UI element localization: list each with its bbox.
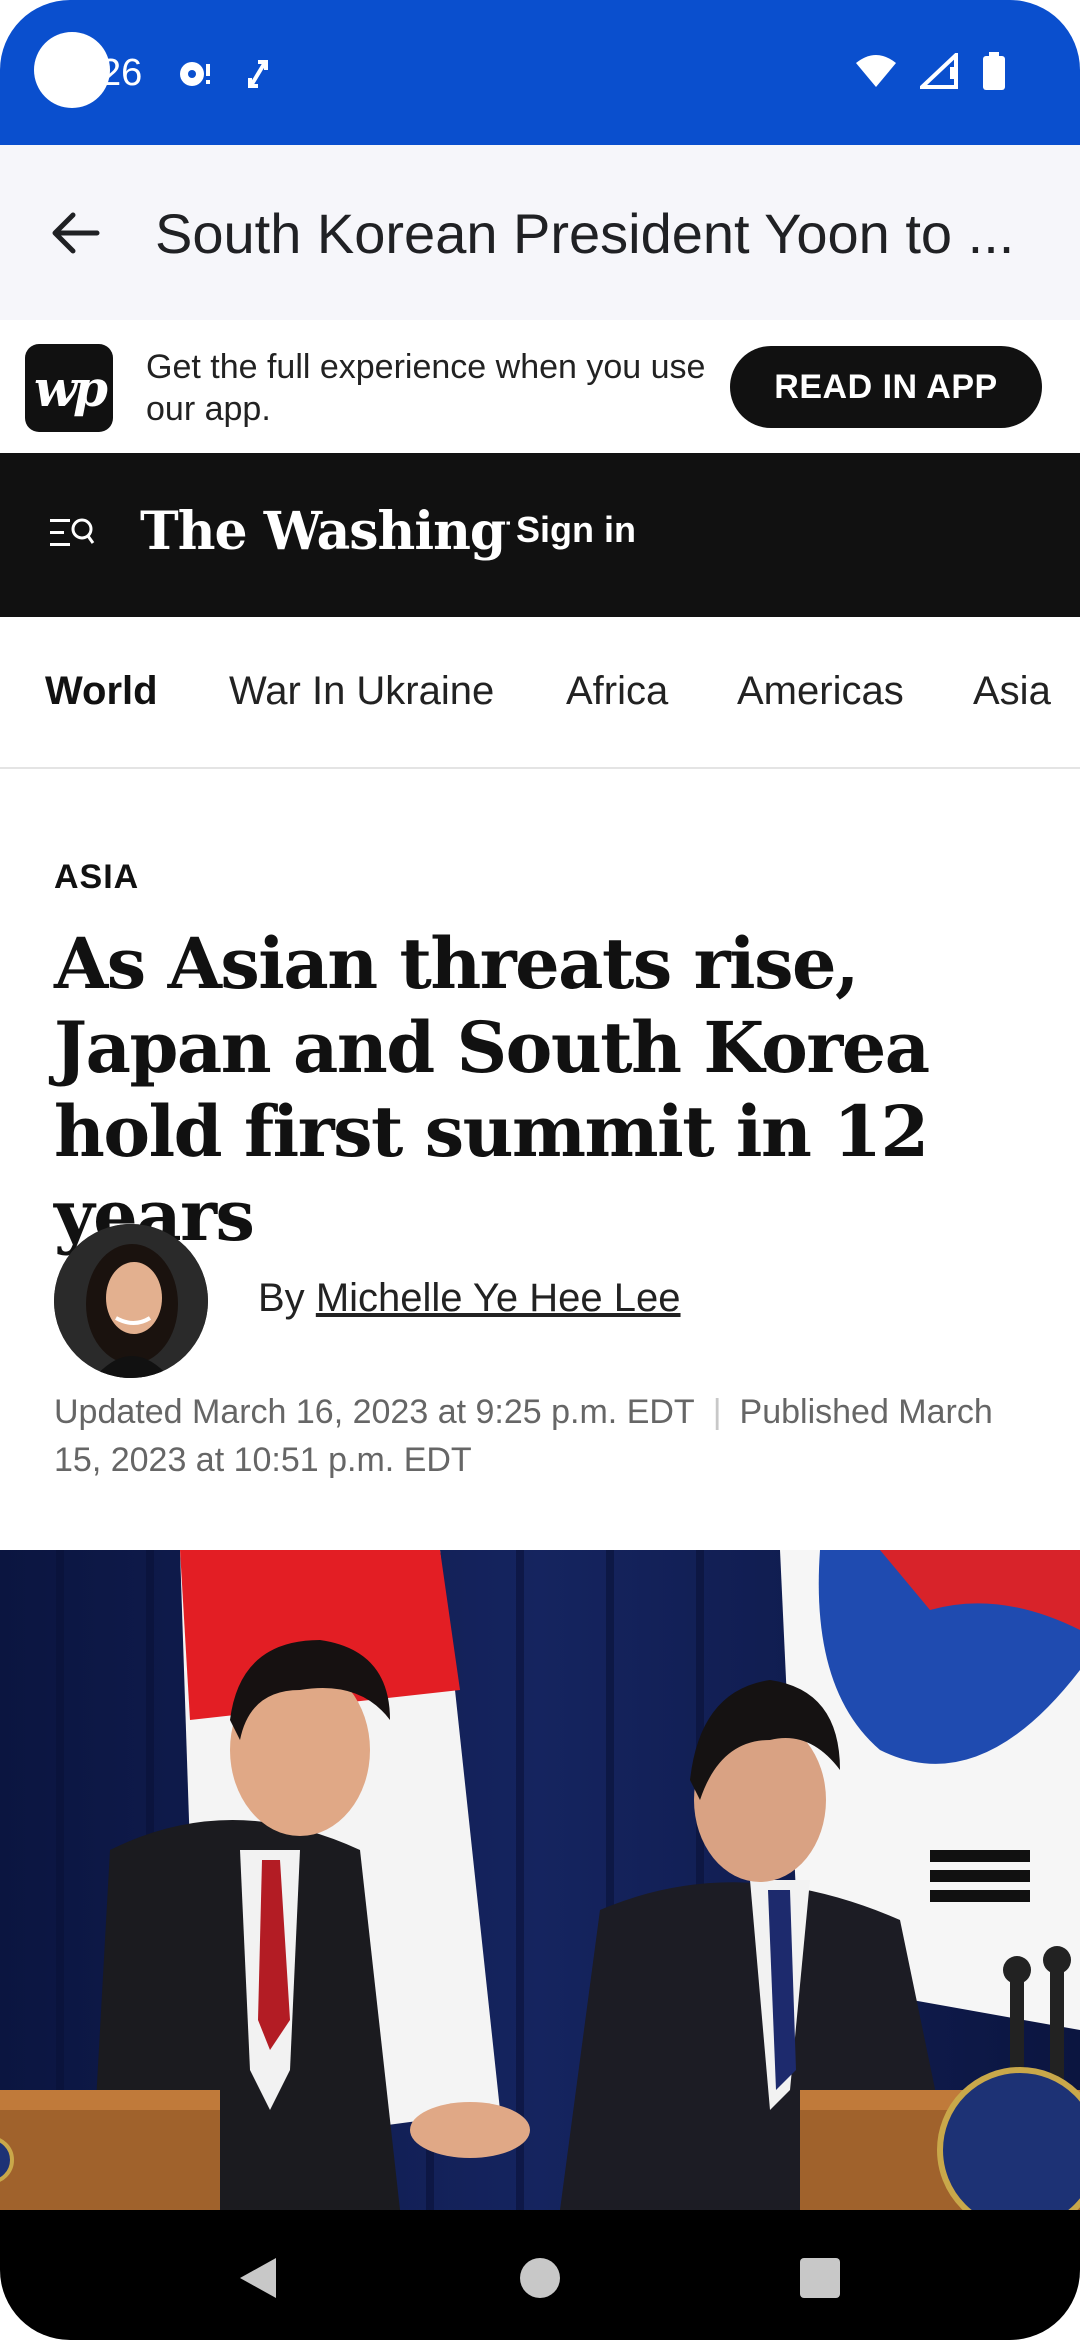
article-dates: Updated March 16, 2023 at 9:25 p.m. EDT |… [54,1388,1044,1484]
byline-prefix: By [258,1276,305,1320]
read-in-app-button[interactable]: READ IN APP [730,346,1042,428]
author-link[interactable]: Michelle Ye Hee Lee [316,1276,681,1320]
system-nav-bar [0,2210,1080,2340]
byline: By Michelle Ye Hee Lee [258,1276,681,1321]
app-banner-message: Get the full experience when you use our… [146,348,706,428]
date-separator: | [712,1393,722,1431]
nav-item-world[interactable]: World [45,669,158,714]
section-nav: World War In Ukraine Africa Americas Asi… [0,617,1080,769]
nav-item-war-in-ukraine[interactable]: War In Ukraine [229,669,494,714]
menu-search-icon [50,518,95,546]
nav-item-asia[interactable]: Asia [973,669,1051,714]
nav-recents-icon[interactable] [800,2258,840,2298]
lead-photo[interactable] [0,1550,1080,2210]
screen-rotate-icon [244,56,272,97]
battery-icon [982,52,1006,95]
status-bar: 26 [0,0,1080,145]
camera-cutout [34,32,110,108]
author-avatar[interactable] [54,1224,208,1378]
site-header: The Washington Sign in [0,453,1080,617]
nav-back-icon[interactable] [236,2254,280,2307]
sign-in-link[interactable]: Sign in [510,509,642,551]
status-right-icons [854,50,1006,95]
status-time: 26 [100,52,143,94]
app-promo-banner: wp Get the full experience when you use … [0,320,1080,453]
nav-item-africa[interactable]: Africa [566,669,668,714]
signal-icon [916,50,960,94]
notification-icon [176,56,216,97]
page-title: South Korean President Yoon to ... [155,202,1015,265]
article-headline: As Asian threats rise, Japan and South K… [54,922,930,1257]
nav-home-icon[interactable] [520,2258,560,2298]
arrow-left-icon [52,212,100,254]
section-kicker[interactable]: ASIA [54,858,139,897]
menu-button[interactable] [48,511,96,559]
back-button[interactable] [40,198,110,268]
browser-tab-bar: South Korean President Yoon to ... [0,145,1080,320]
wp-app-logo: wp [25,344,113,432]
nav-item-americas[interactable]: Americas [737,669,904,714]
updated-date: Updated March 16, 2023 at 9:25 p.m. EDT [54,1393,695,1431]
wifi-icon [854,53,898,94]
